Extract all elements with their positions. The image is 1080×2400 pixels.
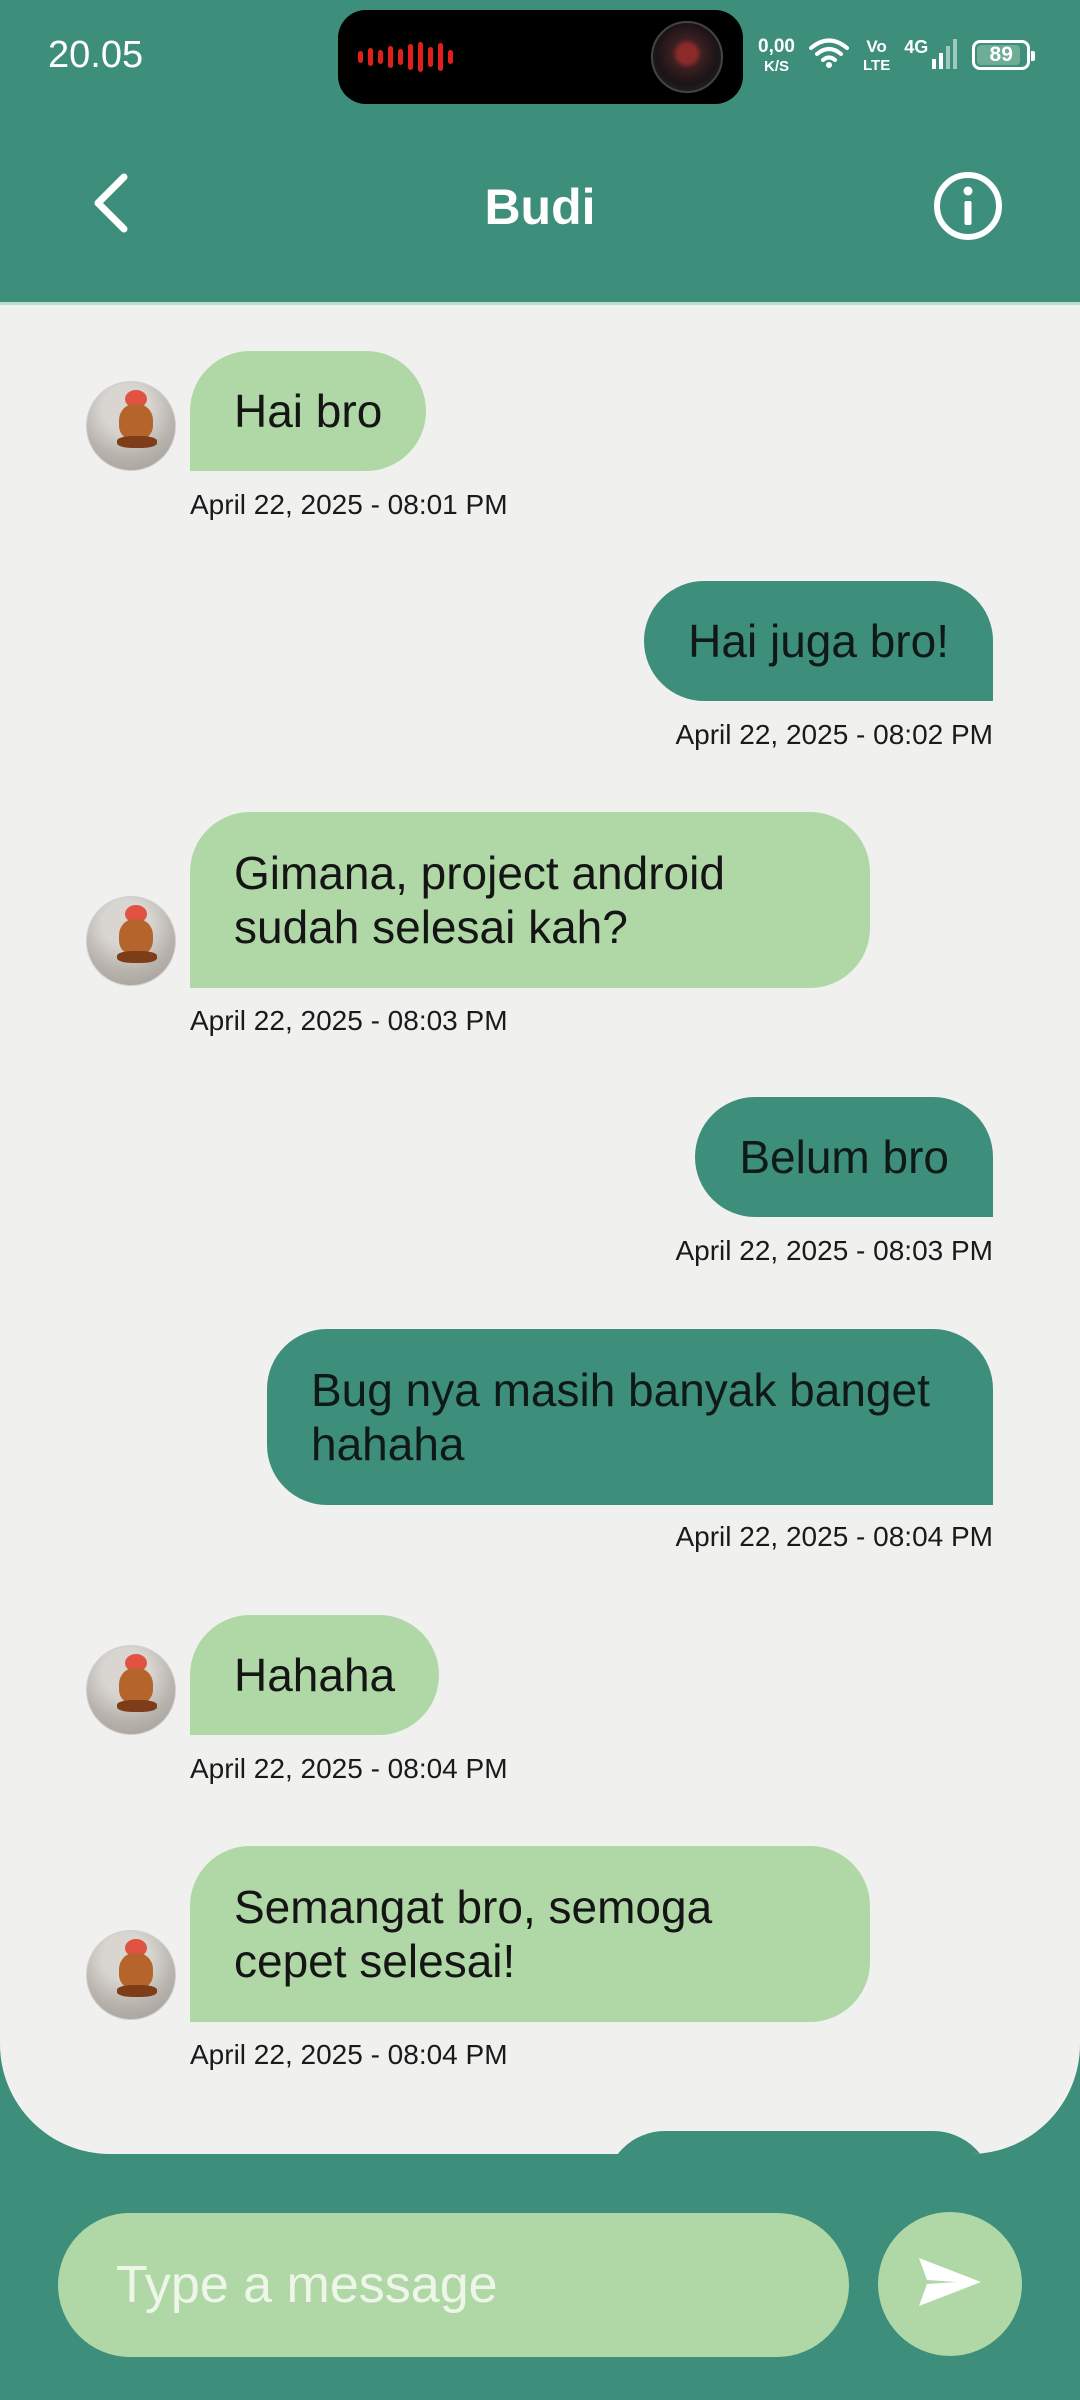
message-timestamp: April 22, 2025 - 08:03 PM [675,1235,993,1266]
chat-title: Budi [484,179,596,235]
wifi-icon [808,37,849,74]
message-text: Hai bro [234,385,383,437]
message-bubble-incoming[interactable]: Semangat bro, semoga cepet selesai! [190,1846,870,2022]
status-time: 20.05 [48,34,144,76]
album-art-icon [651,21,723,93]
message-bubble-incoming[interactable]: Hahaha [190,1615,440,1735]
message-text: Hai juga bro! [688,615,949,667]
signal-icon [932,37,958,74]
message-timestamp: April 22, 2025 - 08:01 PM [190,489,508,520]
volte-top: Vo [866,36,887,56]
dynamic-island[interactable] [338,10,743,104]
status-indicators: 0,00 K/S Vo LTE 4G 89 [758,30,1036,80]
network-speed: 0,00 K/S [758,37,795,74]
message-input[interactable] [116,2255,849,2315]
message-bubble-outgoing[interactable]: Hai juga bro! [644,581,993,701]
status-bar: 20.05 0,00 K/S Vo LTE 4G 89 [0,0,1080,110]
volte-bottom: LTE [862,56,891,74]
battery-level: 89 [989,43,1013,66]
message-bubble-outgoing[interactable]: Bug nya masih banyak banget hahaha [267,1329,993,1505]
message-bubble-incoming[interactable]: Hai bro [190,351,427,471]
info-circle-icon [932,170,1004,247]
network-speed-value: 0,00 [758,35,795,57]
message-text: Hahaha [234,1649,396,1701]
message-timestamp: April 22, 2025 - 08:02 PM [675,719,993,750]
message-text: Semangat bro, semoga cepet selesai! [234,1881,713,1987]
message-text: Gimana, project android sudah selesai ka… [234,847,725,953]
avatar[interactable] [86,1930,176,2020]
message-timestamp: April 22, 2025 - 08:04 PM [190,1753,508,1784]
message-text: Belum bro [739,1131,949,1183]
avatar[interactable] [86,381,176,471]
send-icon [917,2254,983,2315]
battery-icon: 89 [972,40,1036,70]
message-timestamp: April 22, 2025 - 08:04 PM [675,1521,993,1552]
info-button[interactable] [930,170,1006,246]
message-text: Bug nya masih banyak banget hahaha [311,1364,930,1470]
chat-screen: 20.05 0,00 K/S Vo LTE 4G 89 Budi Hai bro… [0,0,1080,2400]
message-timestamp: April 22, 2025 - 08:04 PM [190,2039,508,2070]
app-bar: Budi [0,110,1080,302]
message-bubble-incoming[interactable]: Gimana, project android sudah selesai ka… [190,812,870,988]
send-button[interactable] [878,2212,1022,2356]
message-list[interactable]: Hai bro April 22, 2025 - 08:01 PM Hai ju… [0,302,1080,2154]
network-speed-unit: K/S [763,57,789,75]
message-timestamp: April 22, 2025 - 08:03 PM [190,1005,508,1036]
volte-indicator: Vo LTE [863,38,890,73]
message-bubble-outgoing-partial[interactable] [605,2131,993,2154]
message-bubble-outgoing[interactable]: Belum bro [695,1097,993,1217]
avatar[interactable] [86,896,176,986]
message-input-container[interactable] [58,2213,849,2357]
battery-tip [1031,51,1036,61]
network-type: 4G [904,36,929,57]
avatar[interactable] [86,1645,176,1735]
audio-wave-icon [358,40,453,74]
cellular-indicator: 4G [904,37,958,74]
